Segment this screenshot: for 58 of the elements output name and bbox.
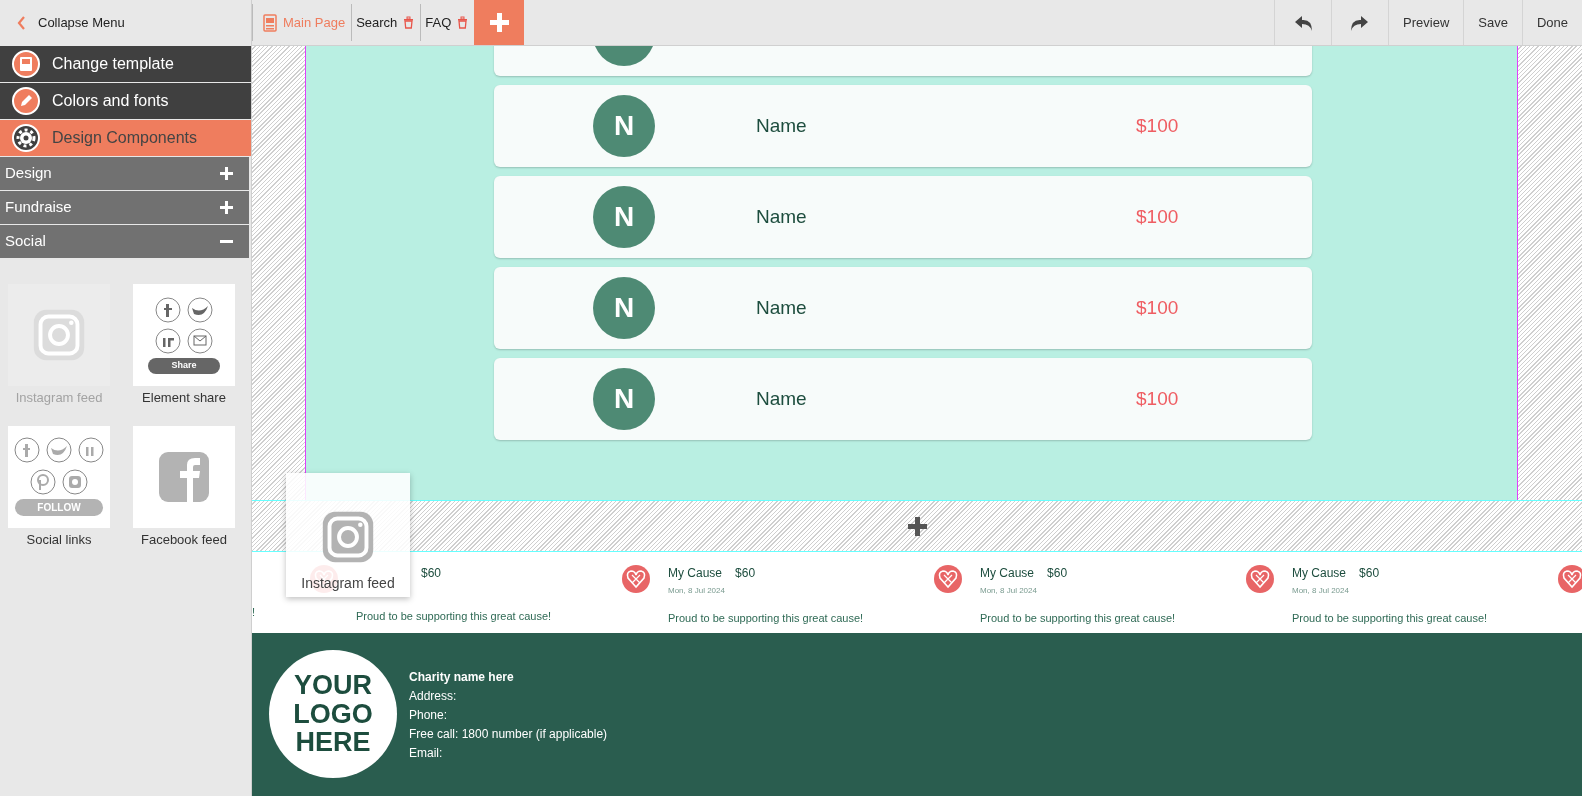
donor-name: Name	[756, 295, 808, 320]
donation-message: Proud to be supporting this great cause!	[668, 611, 864, 626]
donor-amount: $100	[1136, 386, 1179, 411]
dragged-component[interactable]: Instagram feed	[286, 473, 410, 597]
heart-logo-icon	[621, 564, 651, 594]
donation-message: !	[252, 605, 256, 620]
cause-name: My Cause	[668, 565, 723, 582]
instagram-icon	[320, 509, 376, 565]
donation-date: Mon, 8 Jul 2024	[980, 585, 1038, 597]
section-header[interactable]: Fundraise	[0, 191, 249, 224]
donation-message: Proud to be supporting this great cause!	[1292, 611, 1488, 626]
page-tab[interactable]: Search	[351, 4, 421, 41]
section-header[interactable]: Social	[0, 225, 249, 258]
heart-logo-icon	[1245, 564, 1275, 594]
donor-amount: $100	[1136, 113, 1179, 138]
follow-pill: FOLLOW	[15, 499, 103, 516]
cause-name: My Cause	[1292, 565, 1347, 582]
donor-amount: $100	[1136, 295, 1179, 320]
donation-amount: $60	[1047, 565, 1068, 582]
donation-message: Proud to be supporting this great cause!	[356, 609, 552, 624]
donation-message: Proud to be supporting this great cause!	[980, 611, 1176, 626]
avatar: N	[593, 95, 655, 157]
avatar: N	[593, 277, 655, 339]
trash-icon[interactable]	[403, 16, 415, 29]
footer-text: Address:	[409, 688, 458, 705]
plus-icon	[489, 13, 509, 32]
cause-name: My Cause	[980, 565, 1035, 582]
avatar: N	[593, 186, 655, 248]
footer-text: Free call: 1800 number (if applicable)	[409, 726, 608, 743]
plus-icon[interactable]	[907, 516, 927, 536]
footer-text: Email:	[409, 745, 444, 762]
add-page-button[interactable]	[474, 0, 525, 45]
donation-date: Mon, 8 Jul 2024	[1292, 585, 1350, 597]
menu-item[interactable]: Change template	[0, 46, 251, 82]
share-icons-drawing	[154, 296, 214, 355]
chevron-left-icon	[16, 15, 26, 31]
donation-amount: $60	[735, 565, 756, 582]
heart-logo-icon	[933, 564, 963, 594]
section-header[interactable]: Design	[0, 157, 249, 190]
logo-text: YOUR LOGO HERE	[293, 671, 373, 757]
collapse-menu-button[interactable]: Collapse Menu	[0, 0, 251, 46]
menu-item[interactable]: Design Components	[0, 120, 251, 156]
trash-icon[interactable]	[457, 16, 469, 29]
donation-amount: $60	[421, 565, 442, 582]
donation-date: Mon, 8 Jul 2024	[668, 585, 726, 597]
donor-name: Name	[756, 386, 808, 411]
facebook-icon	[157, 449, 211, 504]
donor-name: Name	[756, 204, 808, 229]
donor-amount: $100	[1136, 204, 1179, 229]
menu-item[interactable]: Colors and fonts	[0, 83, 251, 119]
share-pill: Share	[148, 358, 220, 374]
donation-amount: $60	[1359, 565, 1380, 582]
footer-text: Charity name here	[409, 669, 515, 686]
footer-text: Phone:	[409, 707, 449, 724]
page-icon	[263, 13, 277, 32]
instagram-icon	[31, 307, 87, 363]
avatar: N	[593, 368, 655, 430]
donor-name: Name	[756, 113, 808, 138]
